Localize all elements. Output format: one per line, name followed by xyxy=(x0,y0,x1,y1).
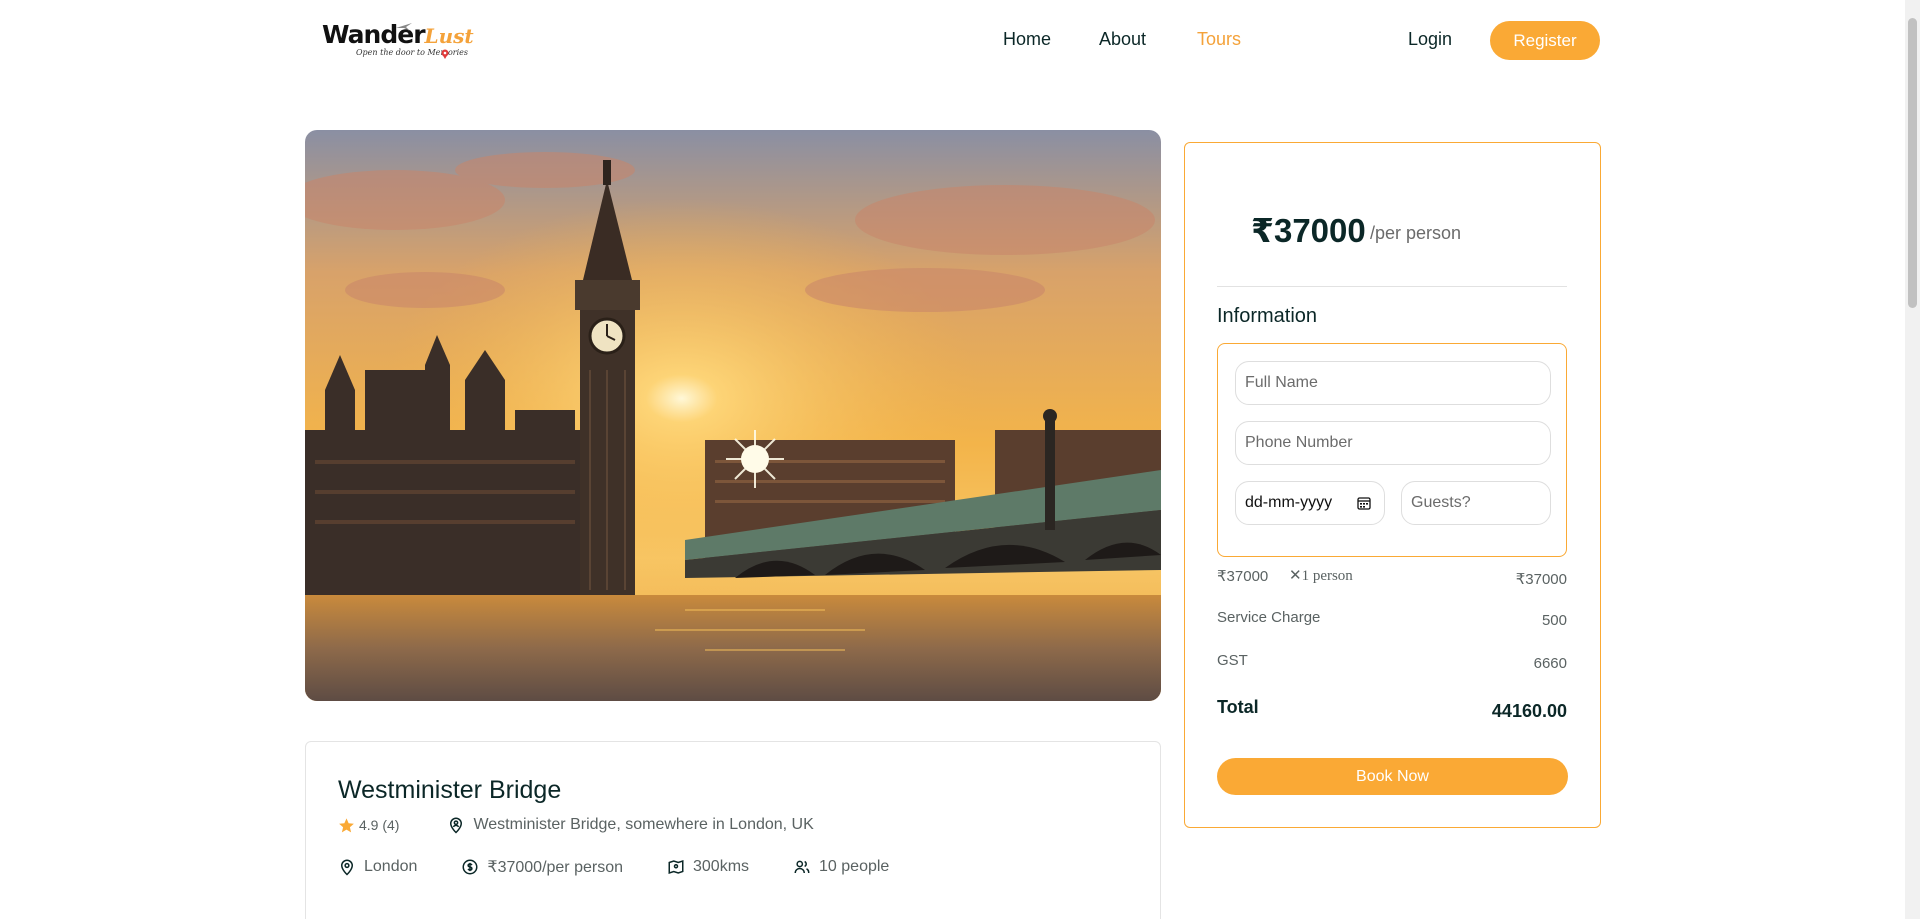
tour-city: London xyxy=(338,858,417,876)
date-placeholder: dd-mm-yyyy xyxy=(1245,494,1333,511)
address-text: Westminister Bridge, somewhere in London… xyxy=(473,816,814,833)
nav-home[interactable]: Home xyxy=(1003,29,1051,50)
tour-group-size: 10 people xyxy=(793,858,889,876)
group-icon xyxy=(794,860,810,874)
distance-text: 300kms xyxy=(693,858,750,875)
star-icon xyxy=(339,817,354,832)
gst-label: GST xyxy=(1217,652,1248,669)
page-scrollbar[interactable] xyxy=(1905,0,1920,919)
guests-input[interactable]: Guests? xyxy=(1401,481,1551,525)
booking-card: ₹37000 /per person Information Full Name… xyxy=(1184,142,1601,828)
brand-logo[interactable]: WanderLust Open the door to Memories xyxy=(320,18,474,68)
tour-rating: 4.9 (4) xyxy=(338,817,399,834)
scrollbar-thumb[interactable] xyxy=(1908,18,1917,308)
tour-meta-row: 4.9 (4) Westminister Bridge, somewhere i… xyxy=(338,816,814,834)
tour-distance: 300kms xyxy=(667,858,749,876)
register-button[interactable]: Register xyxy=(1490,21,1600,60)
book-now-button[interactable]: Book Now xyxy=(1217,758,1568,795)
money-dollar-icon xyxy=(462,859,478,875)
calc-base-total: ₹37000 xyxy=(1515,571,1567,588)
price-text: ₹37000/per person xyxy=(487,859,623,876)
airplane-icon xyxy=(396,23,412,31)
tour-title: Westminister Bridge xyxy=(338,776,562,804)
booking-form: Full Name Phone Number dd-mm-yyyy Guests… xyxy=(1217,343,1567,557)
rating-value: 4.9 (4) xyxy=(359,817,400,833)
nav-about[interactable]: About xyxy=(1099,29,1146,50)
information-heading: Information xyxy=(1217,305,1318,327)
brand-tagline: Open the door to Memories xyxy=(356,48,468,57)
map-pin-user-icon xyxy=(450,817,463,834)
nav-tours[interactable]: Tours xyxy=(1197,29,1241,50)
location-pin-icon xyxy=(441,49,449,59)
full-name-input[interactable]: Full Name xyxy=(1235,361,1551,405)
tour-address: Westminister Bridge, somewhere in London… xyxy=(447,816,814,834)
per-person-label: /per person xyxy=(1370,223,1462,243)
total-label: Total xyxy=(1217,697,1259,717)
map-pin-time-icon xyxy=(668,859,684,875)
phone-number-input[interactable]: Phone Number xyxy=(1235,421,1551,465)
tour-price: ₹37000/per person xyxy=(461,857,623,877)
booking-date-input[interactable]: dd-mm-yyyy xyxy=(1235,481,1385,525)
calendar-icon[interactable] xyxy=(1356,495,1372,511)
tour-image xyxy=(305,130,1161,701)
divider xyxy=(1217,286,1567,287)
booking-price: ₹37000 xyxy=(1251,212,1366,249)
map-pin-icon xyxy=(340,859,354,876)
login-button[interactable]: Login xyxy=(1408,29,1452,50)
total-value: 44160.00 xyxy=(1491,701,1567,721)
city-text: London xyxy=(364,858,418,875)
group-text: 10 people xyxy=(819,858,890,875)
calc-multiplier: ✕1 person xyxy=(1289,568,1353,584)
gst-value: 6660 xyxy=(1533,655,1567,672)
westminster-sunset-image xyxy=(305,130,1161,701)
tour-details-row: London ₹37000/per person 300kms 10 peopl… xyxy=(338,857,933,877)
service-charge-label: Service Charge xyxy=(1217,609,1321,626)
tour-info-card: Westminister Bridge 4.9 (4) Westminister… xyxy=(305,741,1161,919)
calc-base-price: ₹37000 xyxy=(1217,568,1269,585)
service-charge-value: 500 xyxy=(1541,612,1567,629)
